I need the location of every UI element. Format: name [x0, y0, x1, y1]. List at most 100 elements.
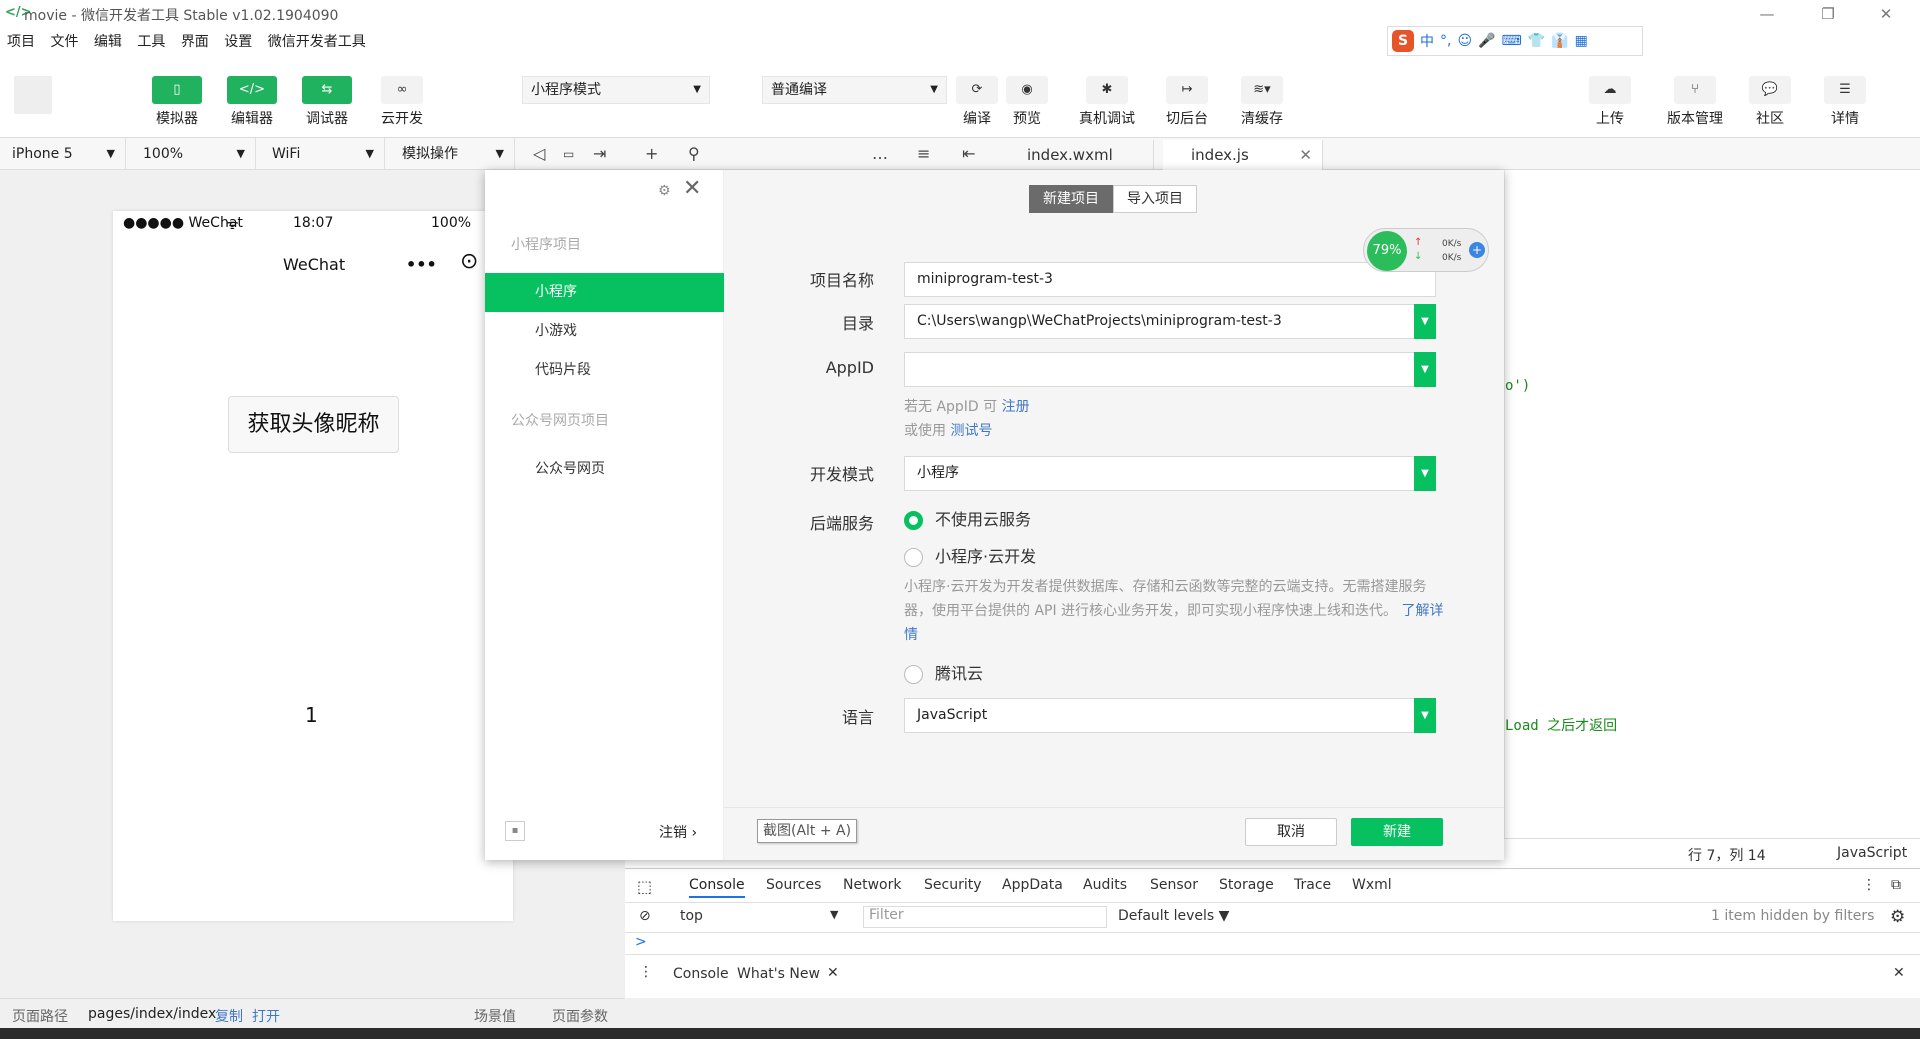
- get-avatar-button[interactable]: 获取头像昵称: [228, 396, 399, 453]
- appid-input[interactable]: ▼: [904, 352, 1436, 387]
- kebab-menu-icon[interactable]: ⋮: [1862, 877, 1876, 893]
- copy-link[interactable]: 复制: [215, 1006, 243, 1026]
- gear-icon[interactable]: ⚙: [1890, 907, 1905, 927]
- tab-trace[interactable]: Trace: [1294, 877, 1331, 893]
- close-drawer-icon[interactable]: ✕: [1893, 965, 1905, 981]
- log-levels-select[interactable]: Default levels ▼: [1118, 908, 1229, 924]
- ime-voice-icon[interactable]: 🎤: [1478, 33, 1495, 49]
- minimize-button[interactable]: —: [1747, 2, 1787, 26]
- mode-select[interactable]: 小程序模式 ▼: [522, 76, 710, 104]
- sogou-logo-icon[interactable]: S: [1392, 30, 1414, 52]
- tab-storage[interactable]: Storage: [1219, 877, 1274, 893]
- menu-file[interactable]: 文件: [46, 28, 82, 56]
- ime-emoji-icon[interactable]: ☺: [1457, 33, 1472, 49]
- inspect-icon[interactable]: ⬚: [637, 877, 652, 896]
- test-account-link[interactable]: 测试号: [950, 423, 992, 439]
- drawer-tab-whats-new[interactable]: What's New: [737, 966, 820, 982]
- tab-console[interactable]: Console: [689, 877, 745, 898]
- sidebar-item-snippet[interactable]: 代码片段: [485, 351, 724, 390]
- avatar-thumb-icon[interactable]: ▪: [505, 821, 525, 841]
- simulate-op-select[interactable]: 模拟操作 ▼: [390, 138, 515, 170]
- rotate-icon[interactable]: ▭: [563, 138, 574, 170]
- scene-value[interactable]: 场景值: [474, 1006, 516, 1026]
- community-button[interactable]: 💬 社区: [1740, 76, 1800, 128]
- sidebar-item-webpage[interactable]: 公众号网页: [485, 450, 724, 489]
- chevron-down-icon[interactable]: ▼: [1414, 456, 1436, 491]
- ime-keyboard-icon[interactable]: ⌨: [1502, 33, 1522, 49]
- menu-tools[interactable]: 工具: [133, 28, 169, 56]
- create-button[interactable]: 新建: [1351, 818, 1443, 846]
- context-select[interactable]: top: [680, 908, 703, 924]
- register-link[interactable]: 注册: [1002, 399, 1030, 415]
- ime-shirt-icon[interactable]: 👔: [1551, 33, 1568, 49]
- close-dialog-icon[interactable]: ✕: [683, 176, 701, 201]
- language-mode[interactable]: JavaScript: [1837, 845, 1907, 861]
- directory-input[interactable]: C:\Users\wangp\WeChatProjects\miniprogra…: [904, 304, 1436, 339]
- console-prompt-row[interactable]: >: [625, 933, 1920, 955]
- menu-project[interactable]: 项目: [3, 28, 39, 56]
- ime-chinese-mode[interactable]: 中: [1420, 31, 1434, 51]
- more-icon[interactable]: …: [872, 138, 888, 170]
- simulator-button[interactable]: ▯ 模拟器: [147, 76, 207, 128]
- restore-button[interactable]: ❐: [1808, 2, 1848, 26]
- tab-sources[interactable]: Sources: [766, 877, 821, 893]
- cancel-button[interactable]: 取消: [1245, 818, 1337, 846]
- code-editor[interactable]: o') Load 之后才返回: [1505, 170, 1920, 840]
- format-icon[interactable]: ≡: [917, 138, 930, 170]
- project-name-input[interactable]: miniprogram-test-3: [904, 262, 1436, 297]
- dev-mode-select[interactable]: 小程序 ▼: [904, 456, 1436, 491]
- chevron-down-icon[interactable]: ▼: [1414, 304, 1436, 339]
- target-icon[interactable]: ⊙: [460, 249, 478, 274]
- tab-wxml[interactable]: Wxml: [1352, 877, 1392, 893]
- open-link[interactable]: 打开: [252, 1006, 280, 1026]
- page-params[interactable]: 页面参数: [552, 1006, 608, 1026]
- editor-button[interactable]: </> 编辑器: [222, 76, 282, 128]
- logout-link[interactable]: 注销 ›: [659, 822, 697, 842]
- close-window-button[interactable]: ✕: [1866, 2, 1906, 26]
- tab-audits[interactable]: Audits: [1083, 877, 1127, 893]
- tab-index-wxml[interactable]: index.wxml: [999, 140, 1154, 170]
- drawer-tab-console[interactable]: Console: [673, 966, 729, 982]
- chevron-down-icon[interactable]: ▼: [1414, 698, 1436, 733]
- plus-icon[interactable]: +: [1469, 242, 1485, 258]
- menu-edit[interactable]: 编辑: [90, 28, 126, 56]
- ime-punctuation-icon[interactable]: °,: [1440, 33, 1451, 49]
- radio-tencent-cloud[interactable]: 腾讯云: [904, 660, 983, 684]
- more-dots-icon[interactable]: •••: [406, 255, 437, 274]
- chevron-down-icon[interactable]: ▼: [1414, 352, 1436, 387]
- debugger-button[interactable]: ⇆ 调试器: [297, 76, 357, 128]
- details-button[interactable]: ☰ 详情: [1815, 76, 1875, 128]
- menu-view[interactable]: 界面: [177, 28, 213, 56]
- tab-import-project[interactable]: 导入项目: [1113, 185, 1197, 213]
- drawer-menu-icon[interactable]: ⋮: [639, 964, 653, 980]
- console-filter-input[interactable]: Filter: [863, 906, 1107, 928]
- clear-cache-button[interactable]: ≋▾ 清缓存: [1232, 76, 1292, 128]
- sidebar-item-minigame[interactable]: 小游戏: [485, 312, 724, 351]
- cloud-dev-button[interactable]: ∞ 云开发: [372, 76, 432, 128]
- upload-button[interactable]: ☁ 上传: [1580, 76, 1640, 128]
- sidebar-item-miniprogram[interactable]: 小程序: [485, 273, 724, 312]
- volume-icon[interactable]: ◁: [533, 138, 545, 170]
- search-icon[interactable]: ⚲: [688, 138, 700, 170]
- network-select[interactable]: WiFi ▼: [260, 138, 385, 170]
- network-speed-widget[interactable]: 79% ↑ ↓ 0K/s 0K/s +: [1363, 228, 1489, 272]
- language-select[interactable]: JavaScript ▼: [904, 698, 1436, 733]
- preview-button[interactable]: ◉ 预览: [997, 76, 1057, 128]
- user-avatar[interactable]: [14, 76, 52, 114]
- radio-cloud-dev[interactable]: 小程序·云开发: [904, 543, 1036, 567]
- tab-new-project[interactable]: 新建项目: [1029, 185, 1113, 213]
- close-icon[interactable]: ✕: [1299, 140, 1312, 170]
- menu-settings[interactable]: 设置: [220, 28, 256, 56]
- close-icon[interactable]: ✕: [827, 965, 839, 981]
- ime-skin-icon[interactable]: 👕: [1528, 33, 1545, 49]
- tab-security[interactable]: Security: [924, 877, 982, 893]
- menu-wechat-devtools[interactable]: 微信开发者工具: [264, 28, 370, 56]
- remote-debug-button[interactable]: ✱ 真机调试: [1077, 76, 1137, 128]
- tab-sensor[interactable]: Sensor: [1150, 877, 1198, 893]
- tab-network[interactable]: Network: [843, 877, 901, 893]
- settings-icon[interactable]: ⚙: [658, 183, 671, 199]
- tab-appdata[interactable]: AppData: [1002, 877, 1063, 893]
- clear-console-icon[interactable]: ⊘: [639, 908, 651, 924]
- zoom-select[interactable]: 100% ▼: [131, 138, 256, 170]
- version-button[interactable]: ⑂ 版本管理: [1660, 76, 1730, 128]
